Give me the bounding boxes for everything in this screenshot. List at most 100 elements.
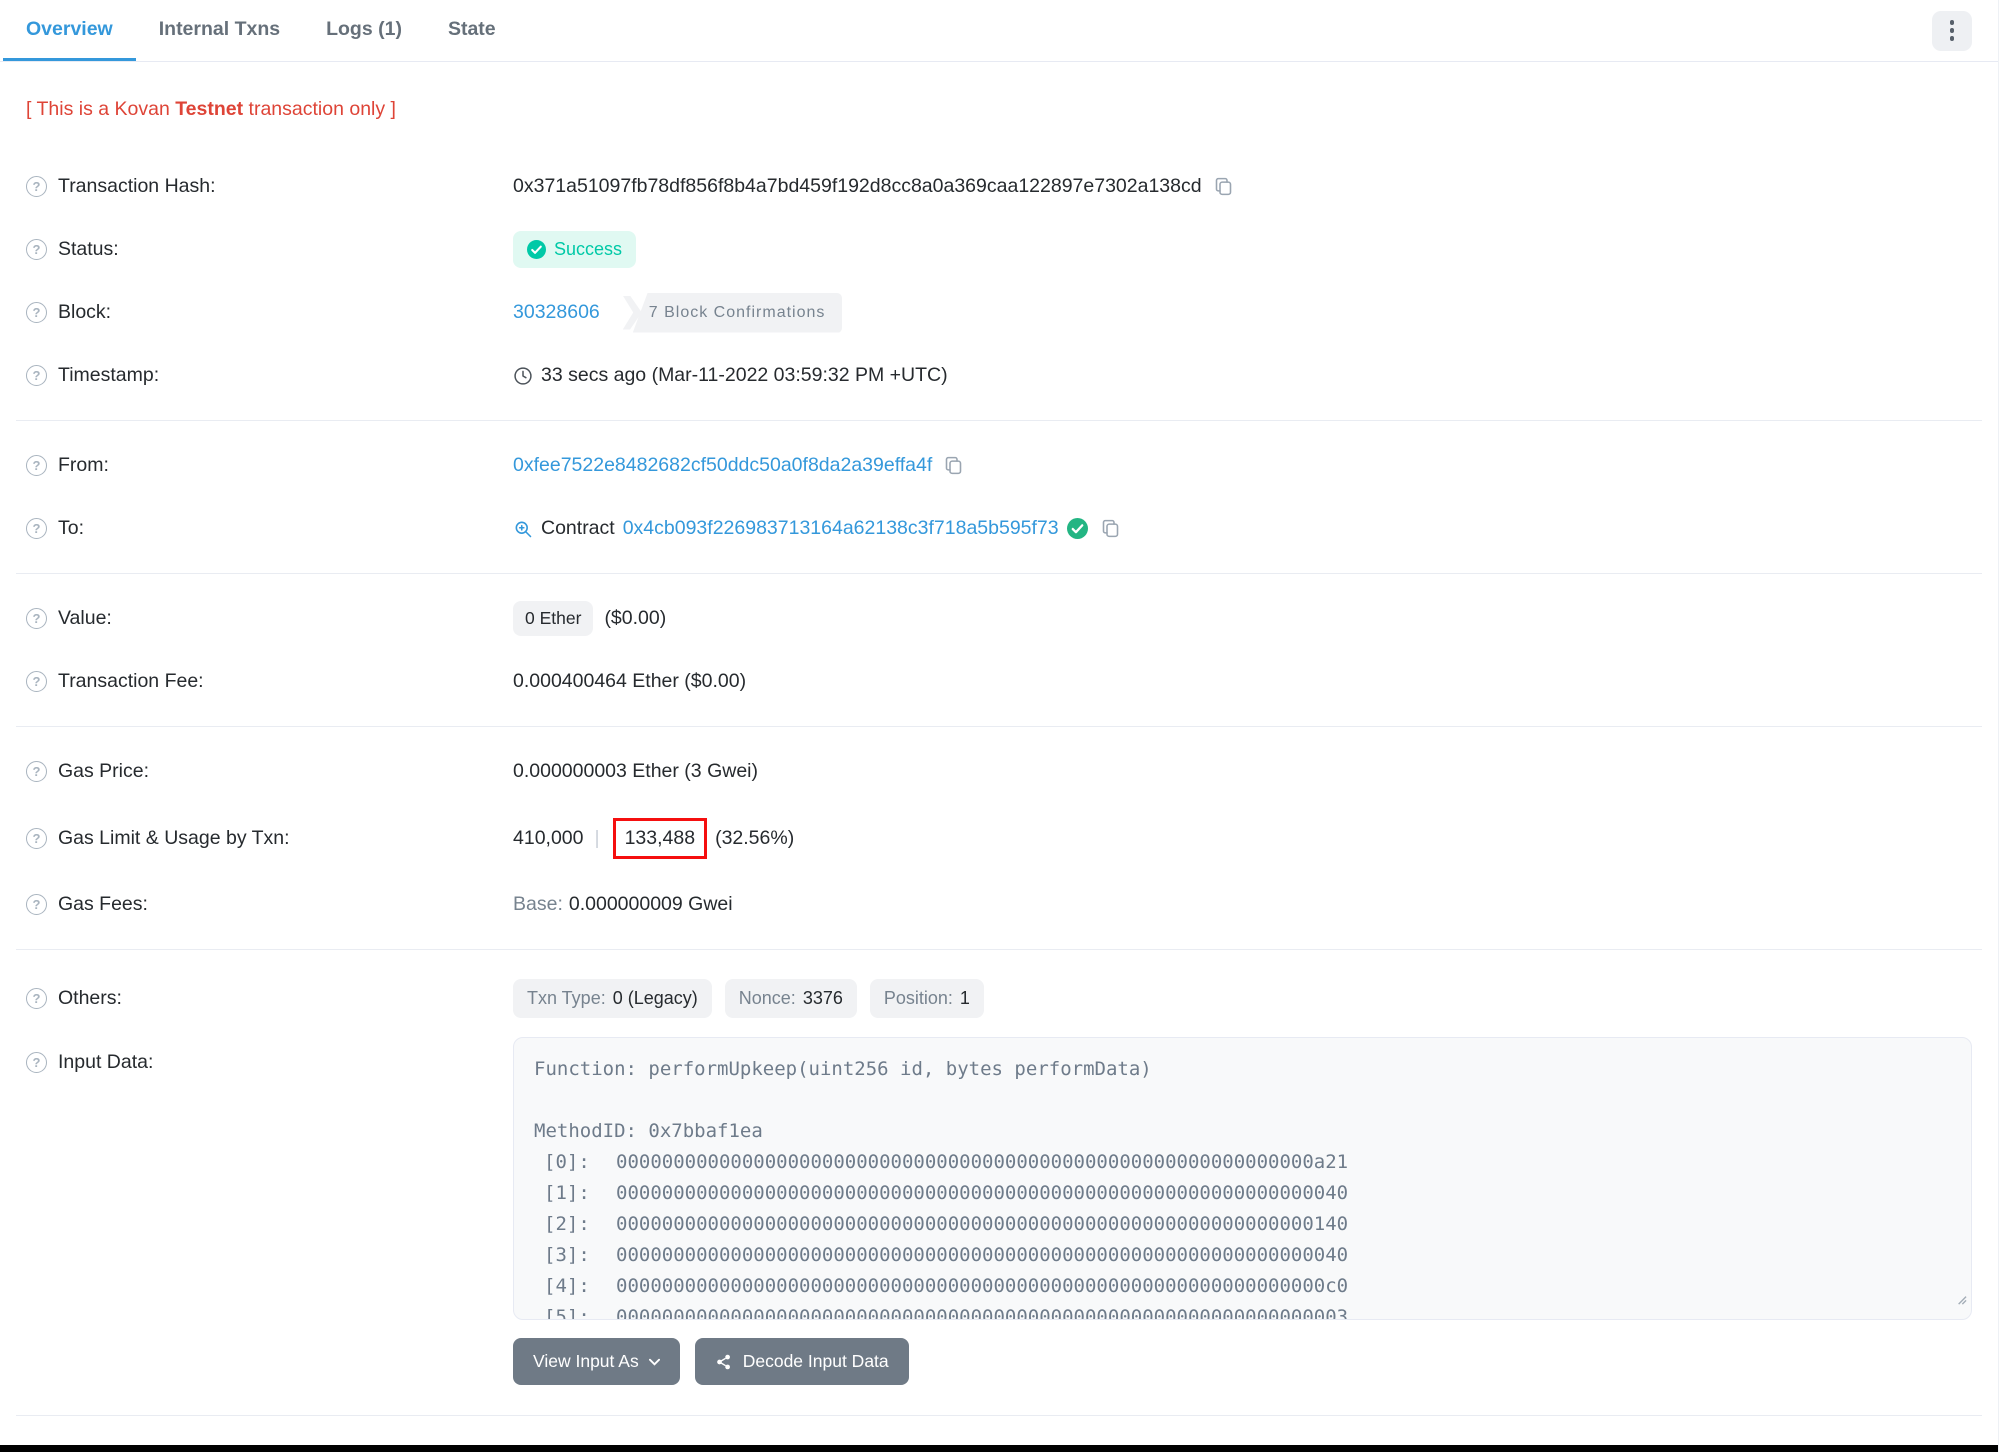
gas-price-value: 0.000000003 Ether (3 Gwei) [513, 760, 758, 782]
row-label: Gas Limit & Usage by Txn: [58, 826, 290, 849]
decode-icon [715, 1353, 733, 1371]
view-input-as-button[interactable]: View Input As [513, 1338, 680, 1385]
success-check-icon [527, 240, 546, 259]
copy-icon[interactable] [1100, 518, 1121, 539]
tab-bar: Overview Internal Txns Logs (1) State [0, 0, 1998, 62]
row-label: To: [58, 517, 85, 539]
section-value: ? Value: 0 Ether ($0.00) ? Transaction F… [0, 587, 1998, 713]
row-label: Status: [58, 238, 119, 260]
nonce-badge: Nonce: 3376 [724, 978, 857, 1018]
help-icon[interactable]: ? [26, 518, 47, 539]
txn-type-badge: Txn Type: 0 (Legacy) [513, 978, 712, 1018]
input-function-line: Function: performUpkeep(uint256 id, byte… [534, 1058, 1152, 1080]
tab-overview[interactable]: Overview [3, 0, 136, 61]
copy-icon[interactable] [1213, 176, 1234, 197]
help-icon[interactable]: ? [26, 1052, 47, 1073]
kebab-menu-icon [1949, 20, 1955, 41]
row-gas-fees: ? Gas Fees: Base: 0.000000009 Gwei [26, 873, 1972, 936]
caret-down-icon [648, 1358, 660, 1366]
divider [16, 420, 1982, 421]
annotation-box: 133,488 [612, 817, 708, 859]
row-label: From: [58, 454, 109, 476]
decode-input-data-button[interactable]: Decode Input Data [694, 1338, 909, 1385]
from-address-link[interactable]: 0xfee7522e8482682cf50ddc50a0f8da2a39effa… [513, 454, 932, 477]
row-to: ? To: Contract 0x4cb093f226983713164a621… [26, 497, 1972, 560]
section-summary: ? Transaction Hash: 0x371a51097fb78df856… [0, 155, 1998, 407]
input-word-2: [2]: 000000000000000000000000000000000000… [544, 1213, 1349, 1235]
base-fee-label: Base: [513, 893, 563, 915]
status-badge: Success [513, 231, 637, 268]
timestamp-value: 33 secs ago (Mar-11-2022 03:59:32 PM +UT… [541, 364, 948, 386]
row-transaction-hash: ? Transaction Hash: 0x371a51097fb78df856… [26, 155, 1972, 218]
row-others: ? Others: Txn Type: 0 (Legacy) Nonce: 3376… [26, 963, 1972, 1033]
clock-icon [513, 366, 533, 386]
transaction-overview-page: Overview Internal Txns Logs (1) State [ … [0, 0, 1999, 1452]
row-label: Transaction Fee: [58, 670, 204, 692]
gas-limit-value: 410,000 [513, 826, 584, 849]
input-blank-line [534, 1085, 1951, 1116]
section-gas: ? Gas Price: 0.000000003 Ether (3 Gwei) … [0, 740, 1998, 936]
row-from: ? From: 0xfee7522e8482682cf50ddc50a0f8da… [26, 434, 1972, 497]
resize-grip-icon[interactable] [1954, 1284, 1967, 1315]
base-fee-value: 0.000000009 Gwei [568, 893, 733, 915]
row-status: ? Status: Success [26, 218, 1972, 281]
to-address-link[interactable]: 0x4cb093f226983713164a62138c3f718a5b595f… [623, 517, 1059, 540]
input-actions: View Input As Decode Input Data [513, 1338, 1972, 1385]
separator: | [594, 826, 600, 849]
transaction-fee-value: 0.000400464 Ether ($0.00) [513, 670, 747, 692]
row-label: Gas Price: [58, 760, 150, 782]
row-gas-limit-usage: ? Gas Limit & Usage by Txn: 410,000 | 13… [26, 803, 1972, 873]
help-icon[interactable]: ? [26, 239, 47, 260]
divider [16, 1415, 1982, 1416]
row-label: Value: [58, 607, 112, 629]
input-methodid-line: MethodID: 0x7bbaf1ea [534, 1120, 763, 1142]
help-icon[interactable]: ? [26, 827, 47, 849]
testnet-notice: [ This is a Kovan Testnet transaction on… [26, 98, 396, 120]
help-icon[interactable]: ? [26, 365, 47, 386]
kebab-menu-button[interactable] [1932, 10, 1972, 51]
bottom-window-edge [0, 1445, 1998, 1452]
tab-logs[interactable]: Logs (1) [303, 0, 425, 61]
input-data-textarea[interactable]: Function: performUpkeep(uint256 id, byte… [513, 1037, 1972, 1320]
input-word-4: [4]: 000000000000000000000000000000000000… [544, 1275, 1349, 1297]
block-confirmations-badge: 7 Block Confirmations [622, 292, 843, 333]
block-number-link[interactable]: 30328606 [513, 301, 600, 324]
gas-used-value: 133,488 [624, 826, 696, 849]
help-icon[interactable]: ? [26, 894, 47, 915]
ether-value-badge: 0 Ether [513, 601, 594, 636]
usd-value: ($0.00) [604, 607, 667, 629]
contract-prefix: Contract [541, 517, 615, 539]
divider [16, 726, 1982, 727]
row-timestamp: ? Timestamp: 33 secs ago (Mar-11-2022 03… [26, 344, 1972, 407]
divider [16, 573, 1982, 574]
row-gas-price: ? Gas Price: 0.000000003 Ether (3 Gwei) [26, 740, 1972, 803]
help-icon[interactable]: ? [26, 455, 47, 476]
help-icon[interactable]: ? [26, 176, 47, 197]
contract-verified-icon [1066, 518, 1088, 539]
help-icon[interactable]: ? [26, 987, 47, 1009]
row-block: ? Block: 30328606 7 Block Confirmations [26, 281, 1972, 344]
row-label: Transaction Hash: [58, 175, 216, 197]
input-word-0: [0]: 000000000000000000000000000000000000… [544, 1151, 1349, 1173]
copy-icon[interactable] [943, 455, 964, 476]
tab-internal-txns[interactable]: Internal Txns [136, 0, 303, 61]
row-label: Others: [58, 986, 122, 1009]
row-label: Block: [58, 301, 112, 323]
gas-used-percent: (32.56%) [715, 826, 795, 849]
row-label: Input Data: [58, 1051, 154, 1073]
input-word-5: [5]: 000000000000000000000000000000000000… [544, 1306, 1349, 1320]
input-word-3: [3]: 000000000000000000000000000000000000… [544, 1244, 1349, 1266]
row-transaction-fee: ? Transaction Fee: 0.000400464 Ether ($0… [26, 650, 1972, 713]
help-icon[interactable]: ? [26, 761, 47, 782]
help-icon[interactable]: ? [26, 671, 47, 692]
section-others-input: ? Others: Txn Type: 0 (Legacy) Nonce: 3376… [0, 963, 1998, 1385]
tab-state[interactable]: State [425, 0, 519, 61]
divider [16, 949, 1982, 950]
transaction-hash-value: 0x371a51097fb78df856f8b4a7bd459f192d8cc8… [513, 175, 1202, 197]
position-badge: Position: 1 [869, 978, 984, 1018]
help-icon[interactable]: ? [26, 608, 47, 629]
zoom-in-icon[interactable] [513, 519, 533, 539]
row-label: Timestamp: [58, 364, 160, 386]
section-addresses: ? From: 0xfee7522e8482682cf50ddc50a0f8da… [0, 434, 1998, 560]
help-icon[interactable]: ? [26, 302, 47, 323]
